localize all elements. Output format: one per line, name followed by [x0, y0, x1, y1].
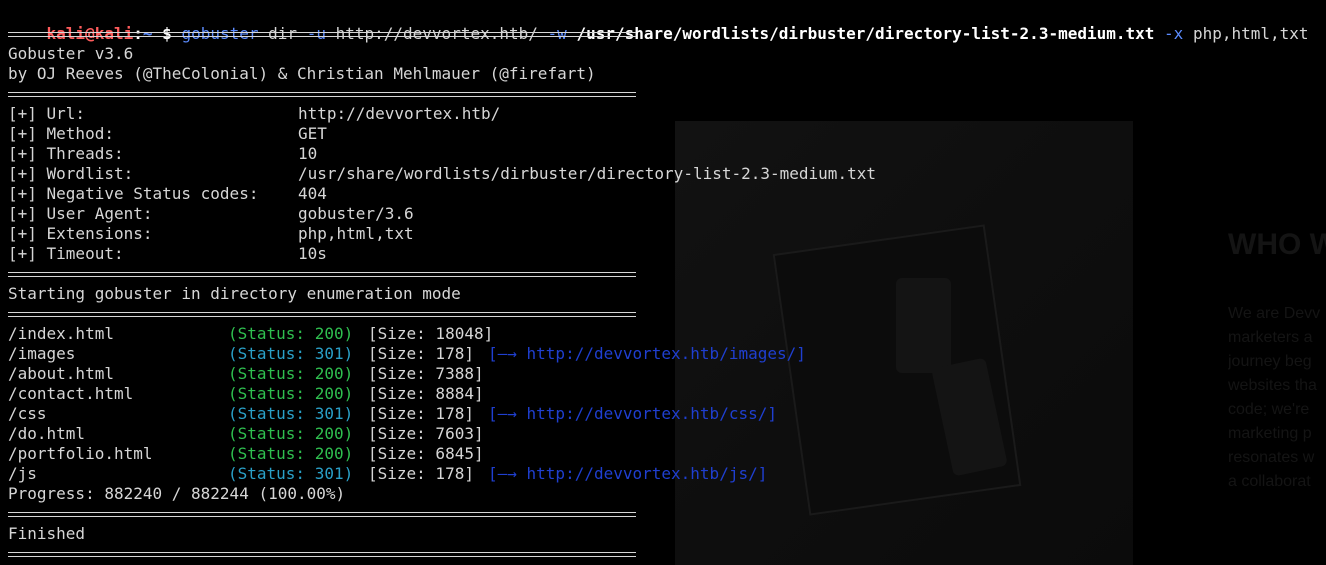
config-row: [+] Threads: 10 [8, 144, 1008, 164]
result-size: [Size: 6845] [368, 444, 484, 463]
config-row: [+] Extensions: php,html,txt [8, 224, 1008, 244]
result-size: [Size: 7388] [368, 364, 484, 383]
config-value: 10s [298, 244, 327, 263]
result-size: [Size: 8884] [368, 384, 484, 403]
result-path: /index.html [8, 324, 114, 343]
config-value: php,html,txt [298, 224, 414, 243]
result-redirect: [—→ http://devvortex.htb/images/] [488, 344, 806, 363]
separator-rule [8, 312, 636, 317]
separator-rule [8, 32, 636, 37]
result-size: [Size: 178] [368, 344, 474, 363]
result-status: (Status: 200) [228, 324, 354, 343]
result-row: /index.html (Status: 200) [Size: 18048] [8, 324, 908, 344]
config-row: [+] User Agent: gobuster/3.6 [8, 204, 1008, 224]
result-status: (Status: 200) [228, 444, 354, 463]
config-key: [+] Timeout: [8, 244, 124, 263]
result-row: /portfolio.html (Status: 200) [Size: 6845] [8, 444, 908, 464]
result-status: (Status: 200) [228, 384, 354, 403]
config-key: [+] Url: [8, 104, 86, 123]
config-row: [+] Timeout: 10s [8, 244, 1008, 264]
result-row: /about.html (Status: 200) [Size: 7388] [8, 364, 908, 384]
result-path: /js [8, 464, 37, 483]
config-row: [+] Url: http://devvortex.htb/ [8, 104, 1008, 124]
result-row: /do.html (Status: 200) [Size: 7603] [8, 424, 908, 444]
config-value: http://devvortex.htb/ [298, 104, 501, 123]
result-path: /css [8, 404, 47, 423]
result-status: (Status: 301) [228, 344, 354, 363]
separator-rule [8, 92, 636, 97]
result-path: /contact.html [8, 384, 134, 403]
command-arg: php,html,txt [1192, 24, 1309, 43]
terminal-window[interactable]: kali@kali:~ $ gobuster dir -u http://dev… [0, 0, 1326, 565]
finished-message: Finished [8, 524, 86, 543]
result-path: /images [8, 344, 76, 363]
config-key: [+] Extensions: [8, 224, 153, 243]
result-size: [Size: 18048] [368, 324, 494, 343]
config-row: [+] Negative Status codes: 404 [8, 184, 1008, 204]
config-value: gobuster/3.6 [298, 204, 414, 223]
config-key: [+] Wordlist: [8, 164, 134, 183]
result-status: (Status: 200) [228, 424, 354, 443]
config-key: [+] Method: [8, 124, 114, 143]
prompt-line: kali@kali:~ $ gobuster dir -u http://dev… [8, 4, 1309, 43]
separator-rule [8, 552, 636, 557]
result-path: /about.html [8, 364, 114, 383]
banner-title: Gobuster v3.6 [8, 44, 134, 63]
result-redirect: [—→ http://devvortex.htb/js/] [488, 464, 768, 483]
result-size: [Size: 178] [368, 404, 474, 423]
result-path: /portfolio.html [8, 444, 153, 463]
result-row: /images (Status: 301) [Size: 178] [—→ http:… [8, 344, 908, 364]
config-key: [+] Threads: [8, 144, 124, 163]
result-redirect: [—→ http://devvortex.htb/css/] [488, 404, 777, 423]
config-key: [+] Negative Status codes: [8, 184, 259, 203]
command-arg: -x [1164, 24, 1184, 43]
separator-rule [8, 512, 636, 517]
result-row: /css (Status: 301) [Size: 178] [—→ http://d… [8, 404, 908, 424]
start-message: Starting gobuster in directory enumerati… [8, 284, 461, 303]
progress-line: Progress: 882240 / 882244 (100.00%) [8, 484, 346, 503]
result-status: (Status: 301) [228, 404, 354, 423]
separator-rule [8, 272, 636, 277]
config-value: 404 [298, 184, 327, 203]
command-arg: /usr/share/wordlists/dirbuster/directory… [576, 24, 1155, 43]
config-value: GET [298, 124, 327, 143]
result-status: (Status: 200) [228, 364, 354, 383]
config-key: [+] User Agent: [8, 204, 153, 223]
config-value: 10 [298, 144, 318, 163]
result-size: [Size: 178] [368, 464, 474, 483]
result-size: [Size: 7603] [368, 424, 484, 443]
result-status: (Status: 301) [228, 464, 354, 483]
config-row: [+] Method: GET [8, 124, 1008, 144]
result-row: /contact.html (Status: 200) [Size: 8884] [8, 384, 908, 404]
result-row: /js (Status: 301) [Size: 178] [—→ http://de… [8, 464, 908, 484]
result-path: /do.html [8, 424, 86, 443]
config-value: /usr/share/wordlists/dirbuster/directory… [298, 164, 876, 183]
banner-authors: by OJ Reeves (@TheColonial) & Christian … [8, 64, 596, 83]
config-row: [+] Wordlist: /usr/share/wordlists/dirbus… [8, 164, 1008, 184]
